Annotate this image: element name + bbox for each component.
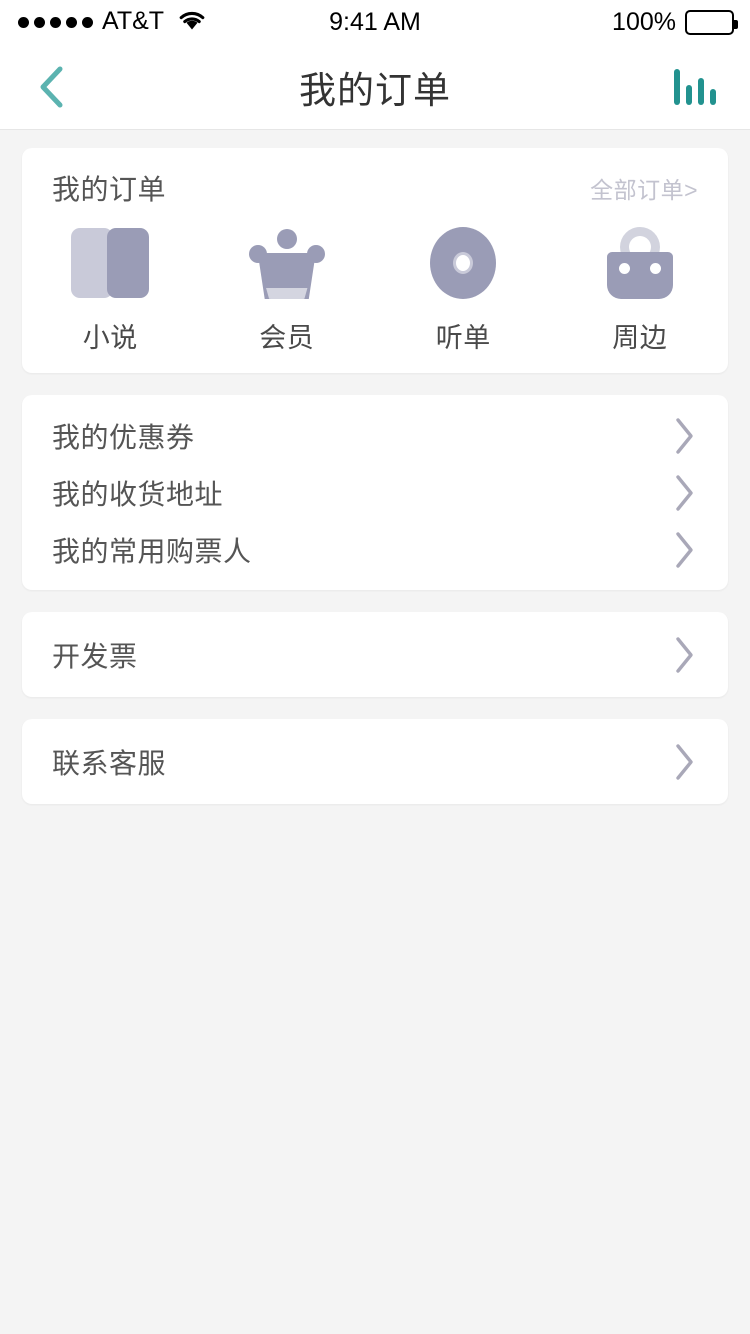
order-card-header: 我的订单 全部订单> <box>22 168 728 208</box>
navigation-bar: 我的订单 <box>0 44 750 130</box>
invoice-card: 开发票 <box>22 612 728 697</box>
menu-row-label: 开发票 <box>52 640 138 672</box>
page-content: 我的订单 全部订单> 小说 会员 听单 周边 我的优惠券 我的收货地址 我的常用… <box>0 131 750 1334</box>
bar-chart-icon <box>674 69 716 105</box>
statistics-button[interactable] <box>658 44 732 130</box>
order-category-label: 听单 <box>435 323 491 353</box>
order-category-label: 小说 <box>82 323 138 353</box>
order-category-label: 会员 <box>259 323 315 353</box>
status-bar-right: 100% <box>612 7 738 36</box>
order-category-merchandise[interactable]: 周边 <box>552 226 729 355</box>
order-category-label: 周边 <box>612 323 668 353</box>
menu-row-label: 我的收货地址 <box>52 478 224 510</box>
menu-row-shipping-address[interactable]: 我的收货地址 <box>22 464 728 521</box>
book-icon <box>71 228 150 298</box>
page-title: 我的订单 <box>299 70 451 111</box>
status-bar: AT&T 9:41 AM 100% <box>0 0 750 44</box>
menu-row-label: 我的优惠券 <box>52 421 195 453</box>
customer-support-card: 联系客服 <box>22 719 728 804</box>
menu-row-coupons[interactable]: 我的优惠券 <box>22 407 728 464</box>
chevron-right-icon <box>676 417 693 454</box>
order-category-membership[interactable]: 会员 <box>199 226 376 355</box>
order-card-title: 我的订单 <box>52 174 167 205</box>
order-category-grid: 小说 会员 听单 周边 <box>22 226 728 355</box>
menu-row-contact-support[interactable]: 联系客服 <box>22 733 728 790</box>
bag-icon <box>603 227 677 299</box>
order-category-audio[interactable]: 听单 <box>375 226 552 355</box>
chevron-right-icon <box>676 743 693 780</box>
crown-icon <box>248 227 325 299</box>
chevron-right-icon <box>676 636 693 673</box>
phone-screen: AT&T 9:41 AM 100% 我的订单 我的订单 全部订单> 小说 会员 … <box>0 0 750 1334</box>
account-menu-card: 我的优惠券 我的收货地址 我的常用购票人 <box>22 395 728 590</box>
chevron-right-icon <box>676 474 693 511</box>
menu-row-frequent-buyers[interactable]: 我的常用购票人 <box>22 521 728 578</box>
order-summary-card: 我的订单 全部订单> 小说 会员 听单 周边 <box>22 148 728 373</box>
menu-row-invoice[interactable]: 开发票 <box>22 626 728 683</box>
all-orders-link[interactable]: 全部订单> <box>590 171 698 205</box>
disc-icon <box>430 227 497 299</box>
chevron-right-icon <box>676 531 693 568</box>
order-category-novel[interactable]: 小说 <box>22 226 199 355</box>
menu-row-label: 我的常用购票人 <box>52 535 252 567</box>
battery-percent-label: 100% <box>612 7 676 36</box>
menu-row-label: 联系客服 <box>52 747 167 779</box>
battery-icon <box>685 9 738 35</box>
